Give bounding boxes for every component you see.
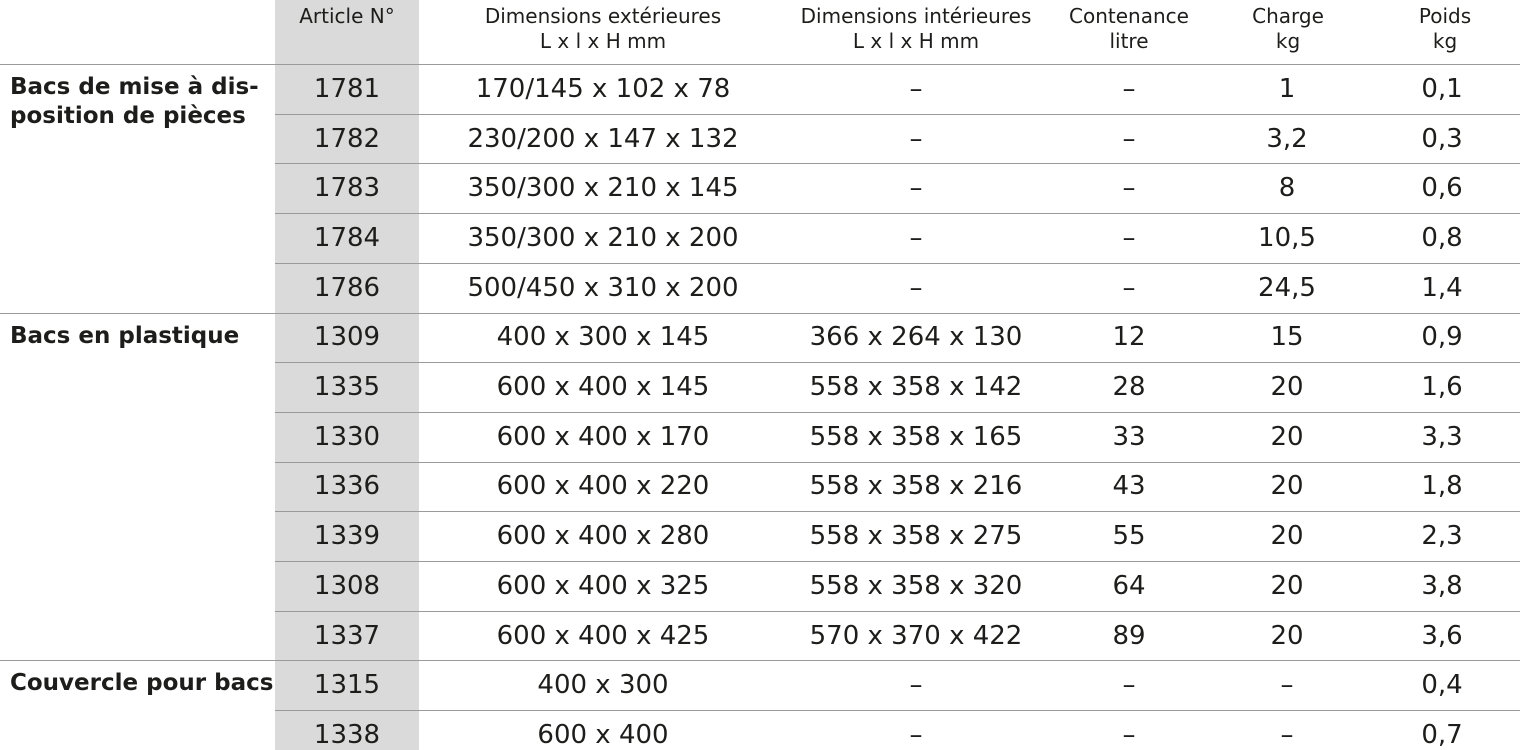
header-contenance: Contenance litre xyxy=(1055,4,1203,54)
cell-poids: 0,6 xyxy=(1421,173,1463,203)
cell-ext: 500/450 x 310 x 200 xyxy=(467,273,739,303)
group-separator xyxy=(0,64,1520,65)
cell-article: 1309 xyxy=(313,322,381,352)
cell-article: 1308 xyxy=(313,571,381,601)
cell-article: 1338 xyxy=(313,720,381,750)
cell-poids: 0,1 xyxy=(1421,74,1463,104)
cell-article: 1335 xyxy=(313,372,381,402)
cell-poids: 1,8 xyxy=(1421,471,1463,501)
cell-article: 1336 xyxy=(313,471,381,501)
cell-article: 1339 xyxy=(313,521,381,551)
cell-ext: 350/300 x 210 x 145 xyxy=(467,173,739,203)
cell-poids: 0,4 xyxy=(1421,670,1463,700)
group-separator xyxy=(0,313,1520,314)
header-poids-unit: kg xyxy=(1432,29,1458,53)
cell-poids: 1,4 xyxy=(1421,273,1463,303)
header-article: Article N° xyxy=(275,4,419,29)
cell-poids: 0,7 xyxy=(1421,720,1463,750)
cell-ext: 600 x 400 x 280 xyxy=(496,521,710,551)
row-separator xyxy=(275,462,1520,463)
cell-poids: 0,8 xyxy=(1421,223,1463,253)
header-charge: Charge kg xyxy=(1218,4,1358,54)
cell-article: 1781 xyxy=(313,74,381,104)
header-ext-line: Dimensions extérieures xyxy=(484,4,722,28)
header-charge-line: Charge xyxy=(1252,4,1324,28)
cell-article: 1782 xyxy=(313,124,381,154)
group-separator xyxy=(0,660,1520,661)
cell-ext: 600 x 400 xyxy=(537,720,669,750)
cell-article: 1783 xyxy=(313,173,381,203)
cell-ext: 170/145 x 102 x 78 xyxy=(475,74,731,104)
cell-poids: 1,6 xyxy=(1421,372,1463,402)
row-separator xyxy=(275,561,1520,562)
header-int-unit: L x l x H mm xyxy=(852,29,980,53)
header-ext-dimensions: Dimensions extérieures L x l x H mm xyxy=(423,4,783,54)
header-charge-unit: kg xyxy=(1275,29,1301,53)
cell-poids: 3,8 xyxy=(1421,571,1463,601)
cell-ext: 600 x 400 x 425 xyxy=(496,621,710,651)
header-poids-line: Poids xyxy=(1418,4,1472,28)
cell-ext: 400 x 300 xyxy=(537,670,669,700)
cell-article: 1315 xyxy=(313,670,381,700)
cell-poids: 0,3 xyxy=(1421,124,1463,154)
cell-article: 1337 xyxy=(313,621,381,651)
row-separator xyxy=(275,362,1520,363)
cell-poids: 3,3 xyxy=(1421,422,1463,452)
cell-poids: 0,9 xyxy=(1421,322,1463,352)
header-poids: Poids kg xyxy=(1375,4,1515,54)
cell-poids: 2,3 xyxy=(1421,521,1463,551)
header-int-line: Dimensions intérieures xyxy=(800,4,1032,28)
row-separator xyxy=(275,412,1520,413)
cell-article: 1330 xyxy=(313,422,381,452)
header-cont-line: Contenance xyxy=(1069,4,1189,28)
row-separator xyxy=(275,263,1520,264)
row-separator xyxy=(275,213,1520,214)
row-separator xyxy=(275,114,1520,115)
cell-article: 1786 xyxy=(313,273,381,303)
cell-ext: 600 x 400 x 145 xyxy=(496,372,710,402)
cell-article: 1784 xyxy=(313,223,381,253)
row-separator xyxy=(275,511,1520,512)
cell-poids: 3,6 xyxy=(1421,621,1463,651)
cell-ext: 400 x 300 x 145 xyxy=(496,322,710,352)
header-article-line: Article N° xyxy=(299,4,395,28)
header-cont-unit: litre xyxy=(1109,29,1149,53)
cell-ext: 230/200 x 147 x 132 xyxy=(467,124,739,154)
cell-ext: 600 x 400 x 220 xyxy=(496,471,710,501)
cell-ext: 600 x 400 x 325 xyxy=(496,571,710,601)
header-ext-unit: L x l x H mm xyxy=(539,29,667,53)
row-separator xyxy=(275,611,1520,612)
cell-ext: 600 x 400 x 170 xyxy=(496,422,710,452)
row-separator xyxy=(275,163,1520,164)
cell-ext: 350/300 x 210 x 200 xyxy=(467,223,739,253)
row-separator xyxy=(275,710,1520,711)
header-int-dimensions: Dimensions intérieures L x l x H mm xyxy=(775,4,1057,54)
